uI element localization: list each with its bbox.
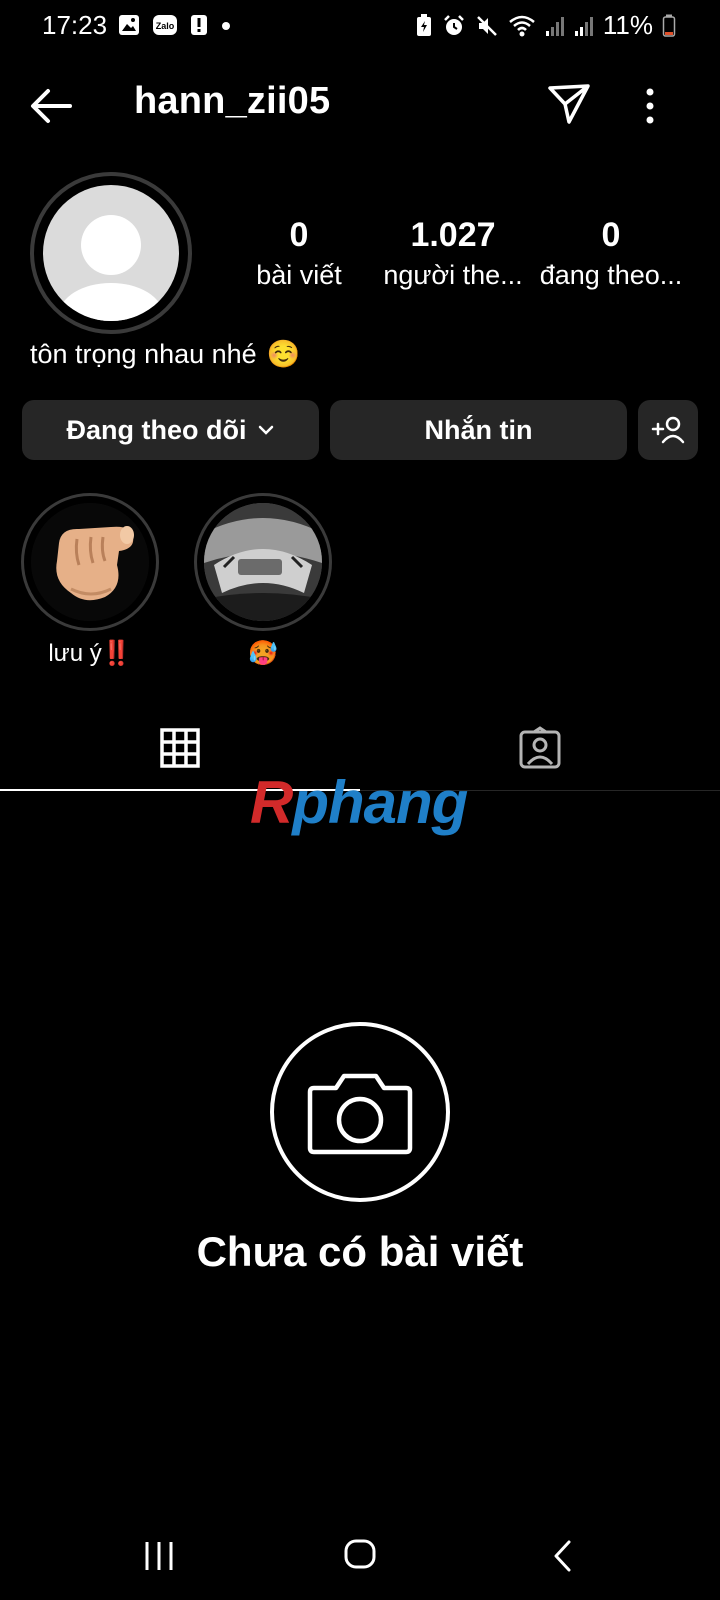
grid-icon xyxy=(160,728,200,768)
more-options-button[interactable] xyxy=(644,86,656,126)
tagged-person-icon xyxy=(519,726,561,769)
signal-icon xyxy=(574,14,594,38)
paper-plane-icon xyxy=(548,84,590,124)
zalo-icon: Zalo xyxy=(152,14,178,36)
back-button[interactable] xyxy=(28,86,76,126)
mute-icon xyxy=(475,14,499,38)
pointing-hand-image xyxy=(31,503,149,621)
profile-bio: tôn trọng nhau nhé ☺️ xyxy=(30,338,300,370)
stat-followers[interactable]: 1.027 người the... xyxy=(378,215,528,295)
highlight-item[interactable]: lưu ý‼️ xyxy=(21,493,170,668)
more-vertical-icon xyxy=(646,88,654,124)
default-avatar-icon xyxy=(59,215,163,321)
nav-home-button[interactable] xyxy=(342,1536,378,1572)
stat-posts: 0 bài viết xyxy=(224,215,374,295)
share-profile-button[interactable] xyxy=(547,82,591,126)
status-right-icons: 11% xyxy=(415,10,676,41)
status-time: 17:23 xyxy=(42,10,108,40)
message-button[interactable]: Nhắn tin xyxy=(330,400,627,460)
alarm-icon xyxy=(442,14,466,38)
status-left-icons: Zalo xyxy=(118,14,232,36)
watermark-part1: R xyxy=(250,769,293,836)
empty-state-camera xyxy=(270,1022,450,1202)
empty-state-title: Chưa có bài viết xyxy=(196,1228,524,1275)
gallery-icon xyxy=(118,14,140,36)
highlight-cover-pointing-hand xyxy=(31,503,149,621)
following-button-label: Đang theo dõi xyxy=(66,414,247,445)
nav-back-button[interactable] xyxy=(550,1538,574,1574)
home-icon xyxy=(344,1539,376,1569)
tab-tagged[interactable] xyxy=(518,726,562,770)
motorbike-dashboard-image xyxy=(204,503,322,621)
battery-text: 11% xyxy=(602,10,653,40)
stat-followers-value: 1.027 xyxy=(410,216,496,254)
highlight-ring xyxy=(194,493,332,631)
message-button-label: Nhắn tin xyxy=(424,414,533,445)
highlight-label: lưu ý‼️ xyxy=(48,640,132,667)
signal-icon xyxy=(545,14,565,38)
stat-following-value: 0 xyxy=(601,216,621,254)
bio-text: tôn trọng nhau nhé xyxy=(30,338,257,369)
arrow-left-icon xyxy=(31,89,72,123)
highlight-cover-dashboard xyxy=(204,503,322,621)
camera-icon xyxy=(307,1073,413,1155)
wifi-icon xyxy=(508,14,536,38)
avatar[interactable] xyxy=(43,185,179,321)
recents-icon xyxy=(145,1542,173,1570)
battery-saver-icon xyxy=(415,13,433,38)
profile-username: hann_zii05 xyxy=(134,80,331,122)
battery-icon xyxy=(662,14,676,38)
watermark-logo: Rphang xyxy=(250,768,468,837)
stat-following[interactable]: 0 đang theo... xyxy=(536,215,686,295)
following-button[interactable]: Đang theo dõi xyxy=(22,400,319,460)
highlight-item[interactable]: 🥵 xyxy=(194,493,343,668)
stat-posts-label: bài viết xyxy=(256,260,342,290)
alert-icon xyxy=(190,14,208,36)
stat-followers-label: người the... xyxy=(383,260,523,290)
add-user-icon xyxy=(651,416,685,444)
nav-recents-button[interactable] xyxy=(142,1538,176,1574)
zalo-label: Zalo xyxy=(156,21,175,31)
chevron-down-icon xyxy=(259,425,274,435)
dot-icon xyxy=(220,14,232,36)
suggested-users-button[interactable] xyxy=(638,400,698,460)
watermark-part2: phang xyxy=(292,769,468,836)
stat-posts-value: 0 xyxy=(289,216,309,254)
bio-emoji: ☺️ xyxy=(266,339,301,369)
chevron-left-icon xyxy=(554,1540,571,1572)
highlight-ring xyxy=(21,493,159,631)
highlight-label: 🥵 xyxy=(248,640,278,667)
stat-following-label: đang theo... xyxy=(539,260,683,290)
tab-posts-grid[interactable] xyxy=(160,728,200,768)
